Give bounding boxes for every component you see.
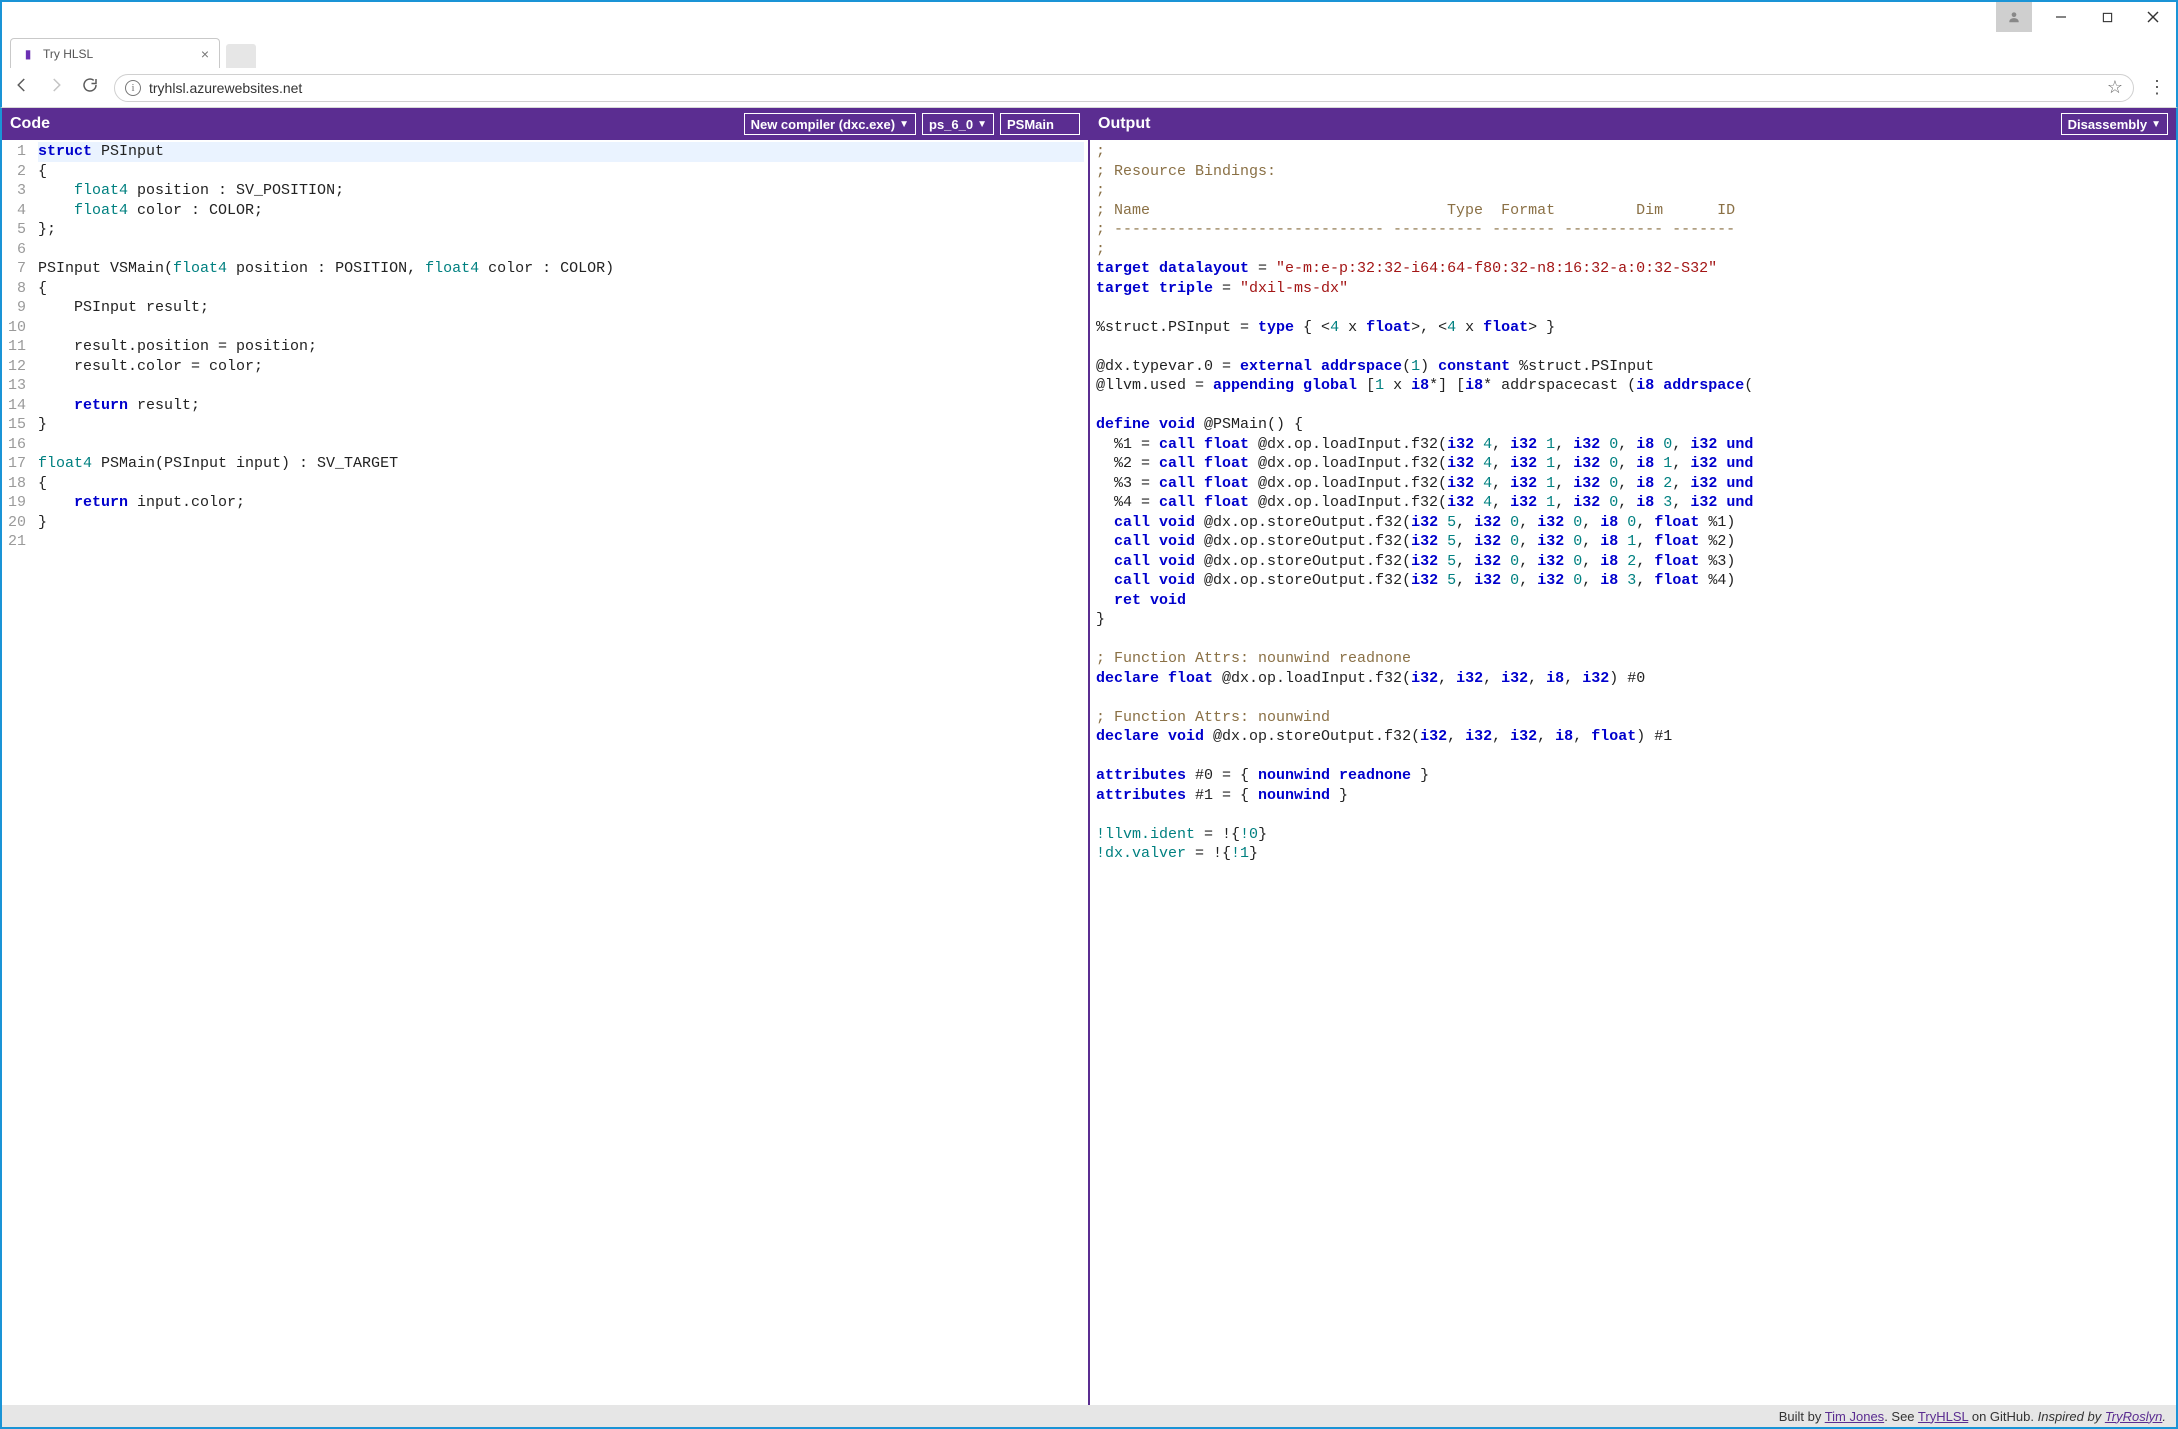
- footer-github-link[interactable]: TryHLSL: [1918, 1409, 1968, 1424]
- window-maximize-button[interactable]: [2084, 2, 2130, 32]
- code-body[interactable]: struct PSInput{ float4 position : SV_POS…: [34, 140, 1088, 1405]
- tab-close-icon[interactable]: ×: [201, 46, 209, 62]
- nav-forward-icon: [46, 76, 66, 99]
- browser-toolbar: i tryhlsl.azurewebsites.net ☆ ⋮: [0, 68, 2178, 108]
- nav-back-icon[interactable]: [12, 76, 32, 99]
- bookmark-star-icon[interactable]: ☆: [2107, 77, 2123, 98]
- browser-tab-strip: ▮ Try HLSL ×: [0, 32, 2178, 68]
- footer-author-link[interactable]: Tim Jones: [1825, 1409, 1884, 1424]
- nav-reload-icon[interactable]: [80, 76, 100, 99]
- user-badge-icon[interactable]: [1996, 2, 2032, 32]
- url-text: tryhlsl.azurewebsites.net: [149, 80, 302, 96]
- window-titlebar: [0, 0, 2178, 32]
- code-pane-header: Code New compiler (dxc.exe) ▼ ps_6_0 ▼ P…: [2, 108, 1088, 140]
- chevron-down-icon: ▼: [977, 119, 987, 130]
- address-bar[interactable]: i tryhlsl.azurewebsites.net ☆: [114, 74, 2134, 102]
- code-editor[interactable]: 123456789101112131415161718192021 struct…: [2, 140, 1088, 1405]
- site-info-icon[interactable]: i: [125, 80, 141, 96]
- new-tab-button[interactable]: [226, 44, 256, 68]
- footer: Built by Tim Jones. See TryHLSL on GitHu…: [0, 1405, 2178, 1429]
- window-close-button[interactable]: [2130, 2, 2176, 32]
- entry-point-field[interactable]: PSMain: [1000, 113, 1080, 135]
- tab-title: Try HLSL: [43, 47, 93, 61]
- code-pane: Code New compiler (dxc.exe) ▼ ps_6_0 ▼ P…: [2, 108, 1088, 1405]
- profile-select[interactable]: ps_6_0 ▼: [922, 113, 994, 135]
- window-minimize-button[interactable]: [2038, 2, 2084, 32]
- line-gutter: 123456789101112131415161718192021: [2, 140, 34, 1405]
- output-pane-title: Output: [1098, 115, 1150, 133]
- output-pane-header: Output Disassembly ▼: [1090, 108, 2176, 140]
- chevron-down-icon: ▼: [2151, 119, 2161, 130]
- browser-menu-icon[interactable]: ⋮: [2148, 77, 2166, 98]
- code-pane-title: Code: [10, 115, 50, 133]
- footer-text: Built by Tim Jones. See TryHLSL on GitHu…: [1779, 1409, 2166, 1424]
- output-view-select[interactable]: Disassembly ▼: [2061, 113, 2168, 135]
- favicon-icon: ▮: [21, 47, 35, 61]
- app-main: Code New compiler (dxc.exe) ▼ ps_6_0 ▼ P…: [0, 108, 2178, 1405]
- footer-tryroslyn-link[interactable]: TryRoslyn: [2105, 1409, 2163, 1424]
- output-body[interactable]: ;; Resource Bindings:;; Name Type Format…: [1090, 140, 2176, 1405]
- browser-tab[interactable]: ▮ Try HLSL ×: [10, 38, 220, 68]
- output-pane: Output Disassembly ▼ ;; Resource Binding…: [1088, 108, 2176, 1405]
- chevron-down-icon: ▼: [899, 119, 909, 130]
- compiler-select[interactable]: New compiler (dxc.exe) ▼: [744, 113, 916, 135]
